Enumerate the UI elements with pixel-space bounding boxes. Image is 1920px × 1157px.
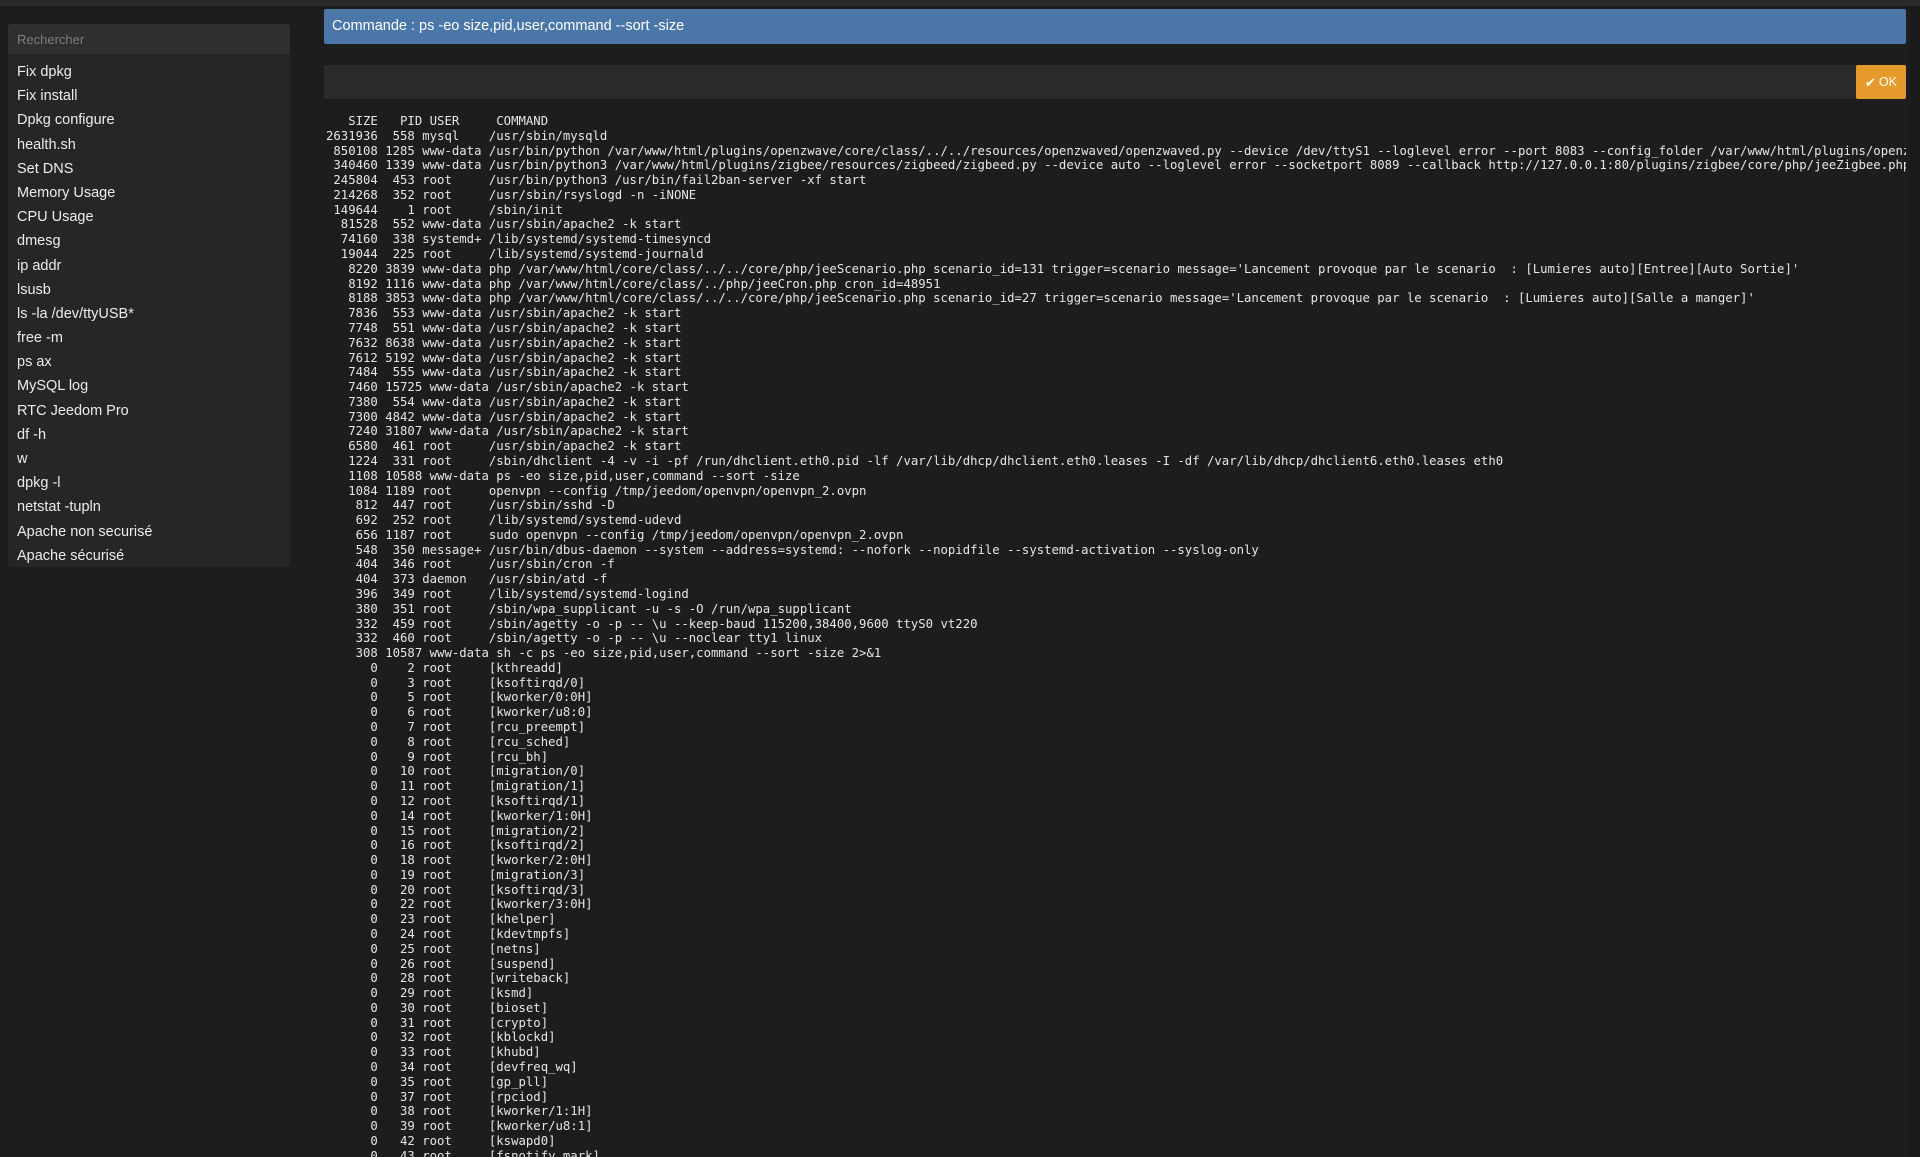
sidebar-item-fix-dpkg[interactable]: Fix dpkg — [8, 60, 290, 84]
check-icon: ✔ — [1865, 74, 1876, 90]
sidebar-item-health-sh[interactable]: health.sh — [8, 133, 290, 157]
search-input[interactable] — [8, 24, 290, 54]
sidebar-item-ps-ax[interactable]: ps ax — [8, 350, 290, 374]
command-input-row: ✔ OK — [324, 65, 1906, 99]
sidebar-item-netstat[interactable]: netstat -tupln — [8, 495, 290, 519]
sidebar-item-mysql-log[interactable]: MySQL log — [8, 374, 290, 398]
sidebar-item-df-h[interactable]: df -h — [8, 423, 290, 447]
sidebar-item-set-dns[interactable]: Set DNS — [8, 157, 290, 181]
sidebar-item-apache-non-securise[interactable]: Apache non securisé — [8, 520, 290, 544]
sidebar-item-ls-ttyusb[interactable]: ls -la /dev/ttyUSB* — [8, 302, 290, 326]
command-input[interactable] — [324, 65, 1854, 99]
sidebar-item-dpkg-l[interactable]: dpkg -l — [8, 471, 290, 495]
console-output-text: SIZE PID USER COMMAND 2631936 558 mysql … — [326, 114, 1906, 1157]
top-bar — [0, 0, 1920, 6]
command-output[interactable]: SIZE PID USER COMMAND 2631936 558 mysql … — [326, 114, 1906, 1157]
sidebar-item-free-m[interactable]: free -m — [8, 326, 290, 350]
command-list: Fix dpkg Fix install Dpkg configure heal… — [8, 54, 290, 568]
command-sidebar: Fix dpkg Fix install Dpkg configure heal… — [8, 24, 290, 567]
sidebar-item-ip-addr[interactable]: ip addr — [8, 254, 290, 278]
sidebar-item-apache-securise[interactable]: Apache sécurisé — [8, 544, 290, 568]
ok-button[interactable]: ✔ OK — [1856, 65, 1906, 99]
sidebar-item-lsusb[interactable]: lsusb — [8, 278, 290, 302]
sidebar-item-dpkg-configure[interactable]: Dpkg configure — [8, 108, 290, 132]
ok-label: OK — [1878, 75, 1897, 89]
sidebar-item-w[interactable]: w — [8, 447, 290, 471]
sidebar-item-dmesg[interactable]: dmesg — [8, 229, 290, 253]
sidebar-item-cpu-usage[interactable]: CPU Usage — [8, 205, 290, 229]
sidebar-item-memory-usage[interactable]: Memory Usage — [8, 181, 290, 205]
sidebar-item-fix-install[interactable]: Fix install — [8, 84, 290, 108]
command-title-bar: Commande : ps -eo size,pid,user,command … — [324, 9, 1906, 44]
page-scrollbar[interactable] — [1910, 6, 1920, 1157]
command-title: Commande : ps -eo size,pid,user,command … — [332, 18, 685, 34]
sidebar-item-rtc-jeedom-pro[interactable]: RTC Jeedom Pro — [8, 399, 290, 423]
